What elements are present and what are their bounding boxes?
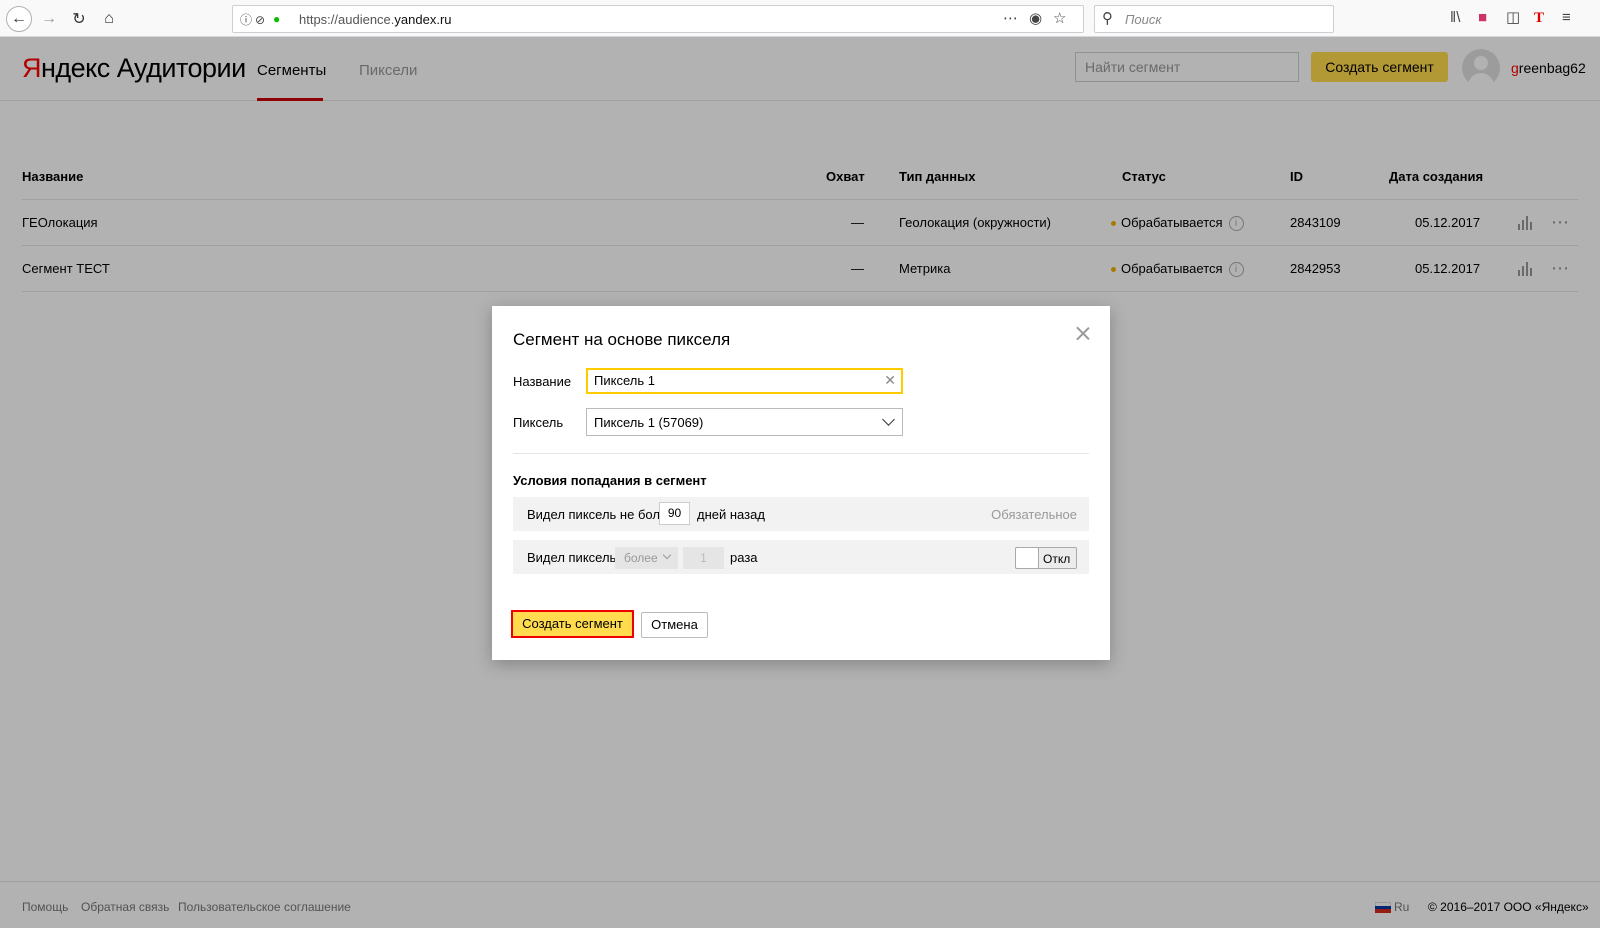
days-input[interactable]: 90 (659, 502, 690, 525)
pixel-segment-dialog: Сегмент на основе пикселя Название Пиксе… (492, 306, 1110, 660)
info-icon[interactable]: ⓘ (240, 10, 252, 30)
lock-icon[interactable]: ● (273, 9, 280, 29)
url-text[interactable]: https://audience.yandex.ru (299, 12, 452, 27)
comparison-select: более (615, 547, 678, 569)
dialog-title: Сегмент на основе пикселя (513, 330, 731, 349)
url-bar[interactable]: ⓘ ⊘ ● https://audience.yandex.ru ⋯ ◉ ☆ (232, 5, 1084, 33)
browser-toolbar: ← → ↻ ⌂ ⓘ ⊘ ● https://audience.yandex.ru… (0, 0, 1600, 37)
condition-row-recency: Видел пиксель не более 90 дней назад Обя… (513, 497, 1089, 531)
chevron-down-icon (882, 413, 895, 426)
condition-label: Видел пиксель (527, 550, 617, 565)
divider (513, 453, 1089, 454)
chevron-down-icon (662, 550, 672, 560)
menu-icon[interactable]: ≡ (1562, 8, 1571, 28)
sidebar-icon[interactable]: ◫ (1506, 8, 1520, 28)
pixel-label: Пиксель (513, 415, 564, 430)
back-icon[interactable]: ← (6, 6, 32, 32)
extension-icon[interactable]: ■ (1478, 8, 1487, 28)
pocket-icon[interactable]: ◉ (1029, 9, 1042, 29)
toggle-label: Откл (1043, 552, 1071, 566)
condition-label: Видел пиксель не более (527, 507, 675, 522)
mandatory-note: Обязательное (991, 507, 1077, 522)
page-actions-icon[interactable]: ⋯ (1003, 9, 1018, 29)
condition-suffix: раза (730, 550, 758, 565)
condition-suffix: дней назад (697, 507, 765, 522)
home-icon[interactable]: ⌂ (96, 6, 122, 32)
conditions-title: Условия попадания в сегмент (513, 473, 707, 488)
segment-name-input[interactable]: Пиксель 1 ✕ (586, 368, 903, 394)
tracking-protection-icon[interactable]: ⊘ (255, 10, 265, 30)
forward-icon[interactable]: → (36, 6, 62, 32)
condition-row-frequency: Видел пиксель более 1 раза Откл (513, 540, 1089, 574)
times-input: 1 (683, 547, 724, 569)
translate-extension-icon[interactable]: T (1534, 8, 1544, 28)
reload-icon[interactable]: ↻ (66, 6, 92, 32)
toggle-knob (1015, 547, 1039, 569)
bookmark-star-icon[interactable]: ☆ (1053, 9, 1066, 29)
search-placeholder: Поиск (1125, 12, 1162, 27)
close-icon[interactable] (1075, 325, 1091, 341)
clear-icon[interactable]: ✕ (884, 372, 896, 389)
browser-search-input[interactable]: ⚲ Поиск (1094, 5, 1334, 33)
name-label: Название (513, 374, 572, 389)
pixel-select[interactable]: Пиксель 1 (57069) (586, 408, 903, 436)
create-segment-submit-button[interactable]: Создать сегмент (511, 610, 634, 638)
library-icon[interactable]: ‖\ (1450, 8, 1460, 28)
frequency-toggle[interactable]: Откл (1015, 547, 1077, 569)
search-icon: ⚲ (1102, 10, 1113, 27)
cancel-button[interactable]: Отмена (641, 612, 708, 638)
